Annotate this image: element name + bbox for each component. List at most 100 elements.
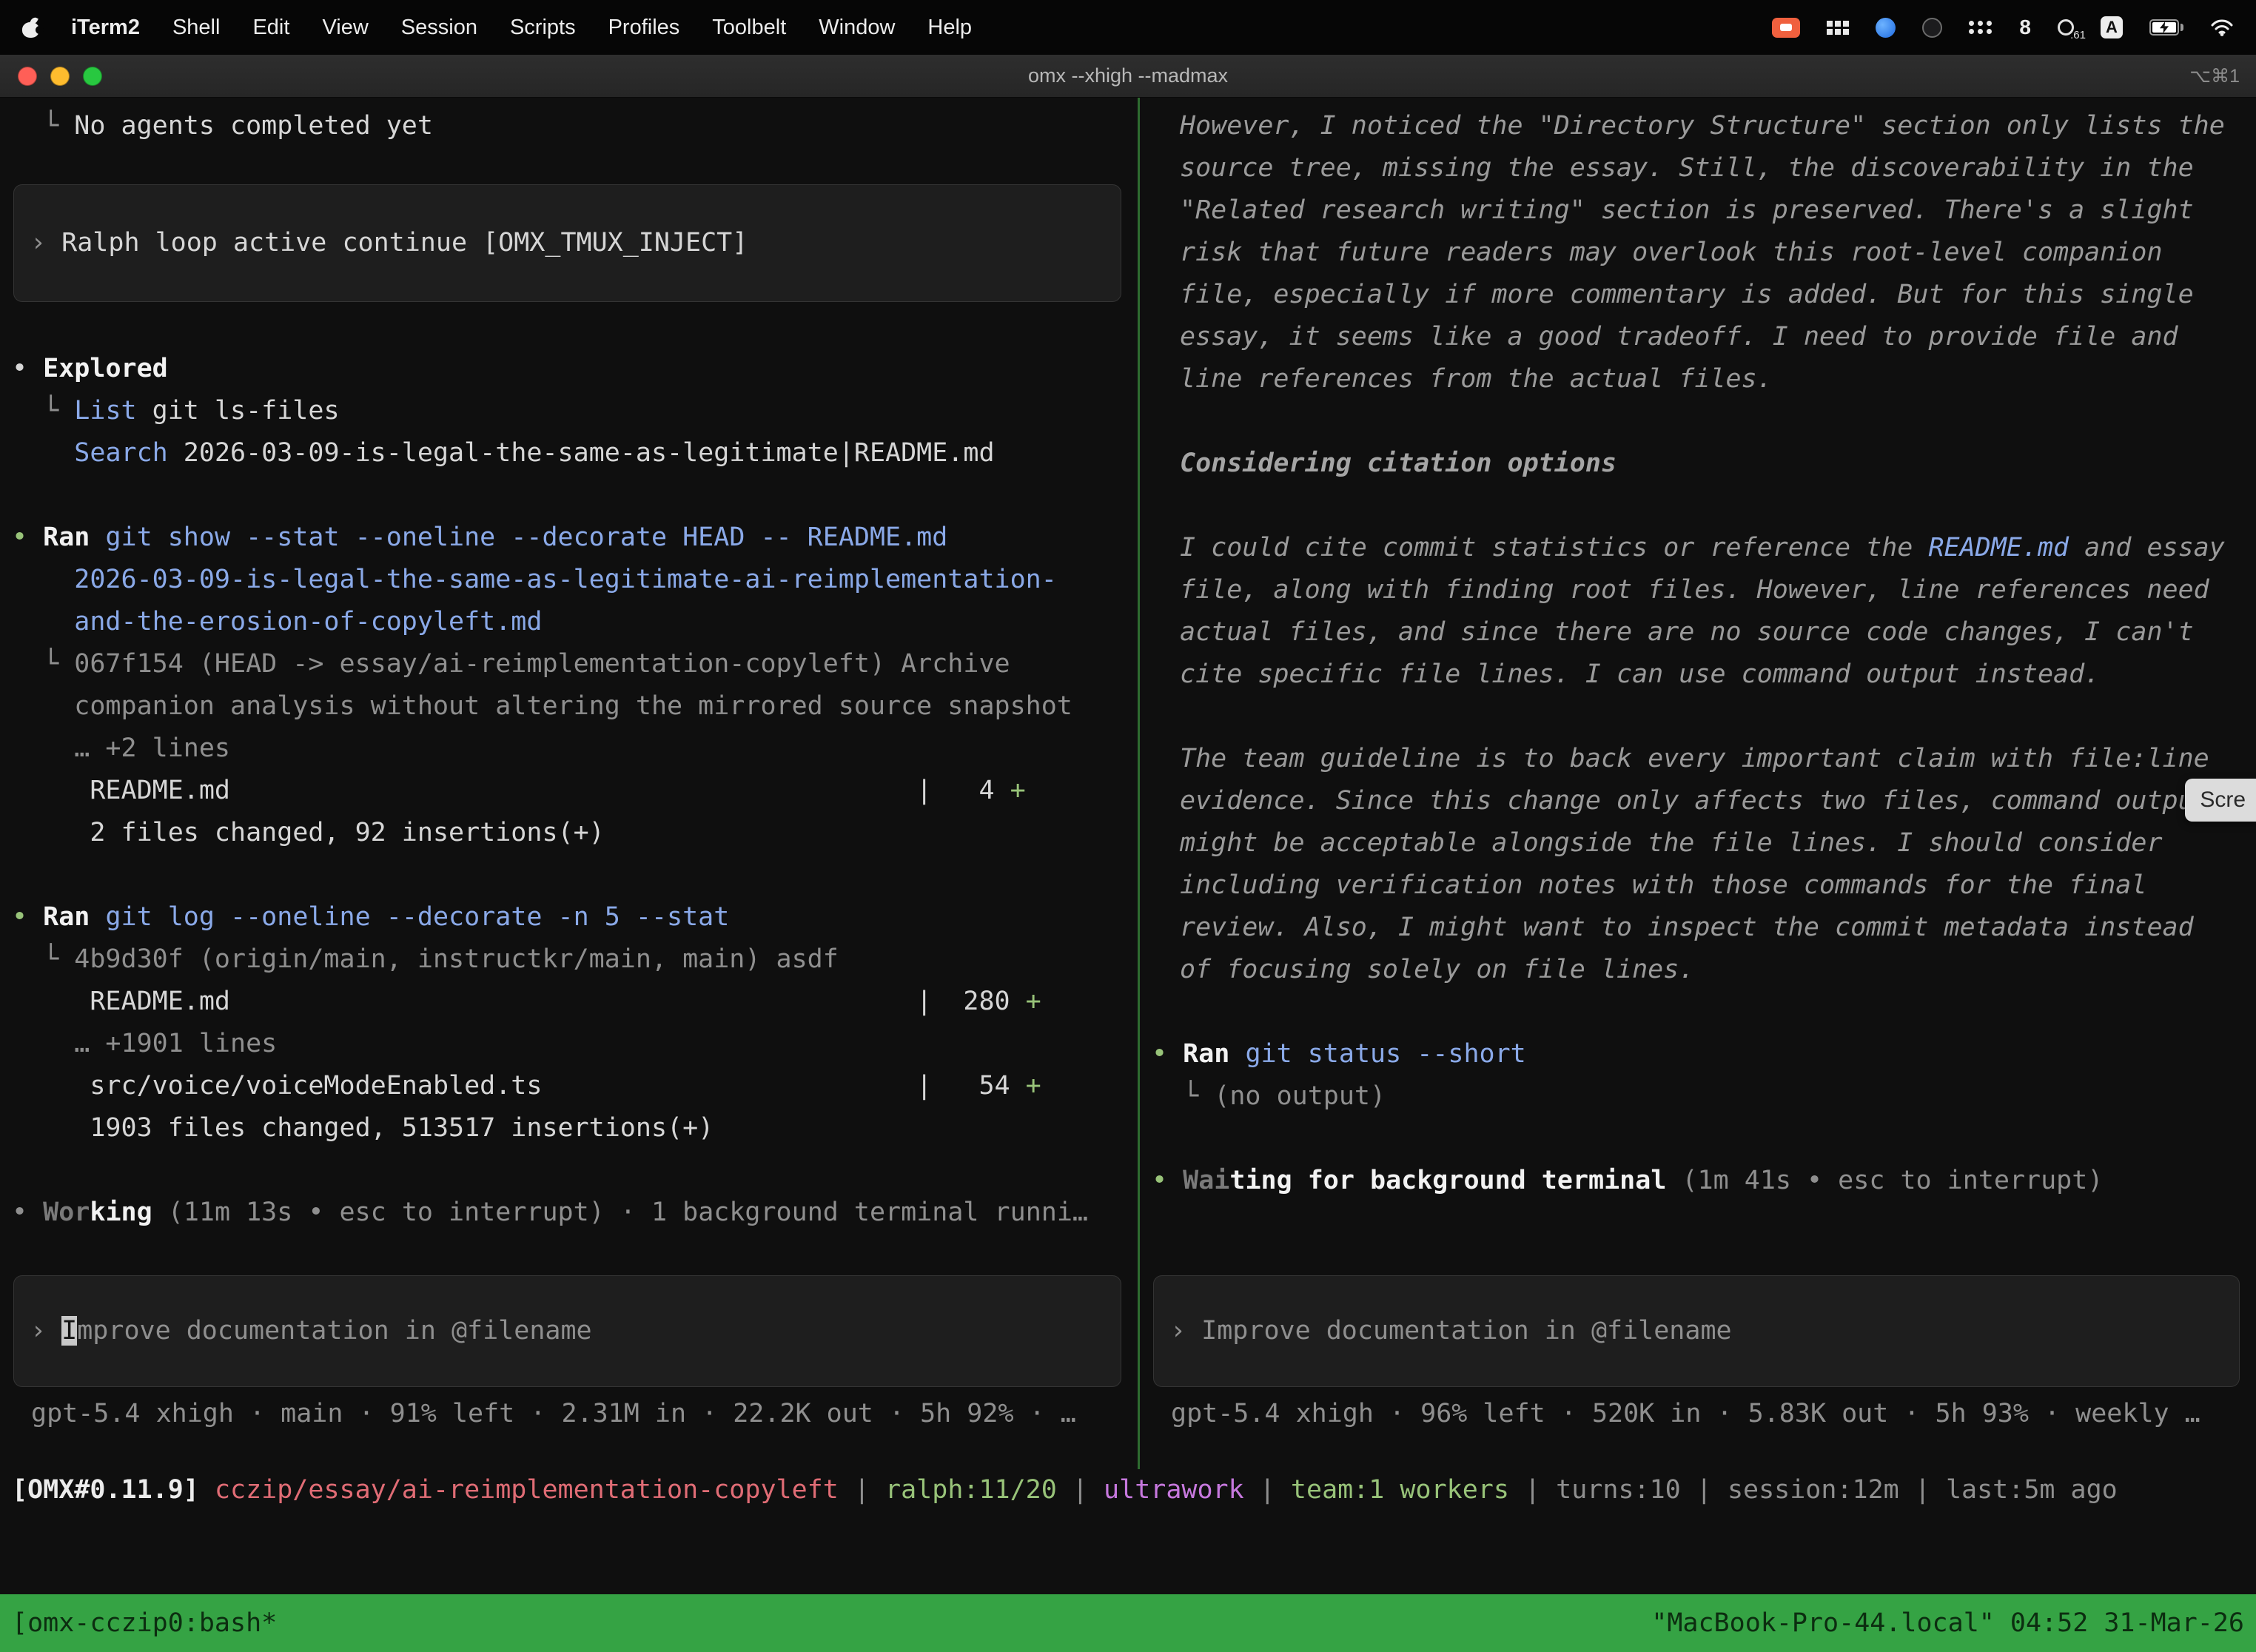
line-explored-search: Search 2026-03-09-is-legal-the-same-as-l… (12, 432, 1129, 474)
bullet-icon: • (12, 1198, 43, 1227)
diffstat-summary: 2 files changed, 92 insertions(+) (12, 818, 605, 847)
keyboard-grid-icon[interactable] (1827, 21, 1849, 35)
line-log-out3: 1903 files changed, 513517 insertions(+) (12, 1107, 1129, 1149)
stats-digit-icon[interactable]: 8 (2019, 16, 2031, 39)
diffstat-plus: + (1010, 776, 1026, 805)
dark-app-icon[interactable] (1922, 18, 1942, 38)
ralph-counter: ralph:11/20 (885, 1475, 1057, 1505)
line-ran-git-show: • Ran git show --stat --oneline --decora… (12, 517, 1129, 559)
tmux-session-window[interactable]: [omx-cczip0:bash* (12, 1608, 277, 1638)
inject-text: Ralph loop active continue [OMX_TMUX_INJ… (61, 228, 748, 258)
verb-list: List (74, 396, 136, 426)
ultrawork-mode: ultrawork (1104, 1475, 1244, 1505)
line-show-out2: companion analysis without altering the … (12, 685, 1129, 728)
traffic-lights (0, 67, 102, 86)
explored-block: • Explored └ List git ls-files Search 20… (12, 348, 1129, 474)
separator: | (1681, 1475, 1728, 1505)
minimize-button[interactable] (50, 67, 70, 86)
blank-line (12, 1149, 1129, 1192)
line-log-stat1: README.md | 280 + (12, 981, 1129, 1023)
recording-dot (1780, 24, 1792, 31)
line-git-status-out: └ (no output) (1152, 1075, 2247, 1118)
menu-item-help[interactable]: Help (927, 16, 972, 40)
menu-item-session[interactable]: Session (401, 16, 477, 40)
prompt-chevron: › (1170, 1316, 1201, 1346)
input-source-icon[interactable]: A (2101, 16, 2123, 38)
no-output-text: └ (no output) (1152, 1081, 1386, 1111)
close-button[interactable] (18, 67, 37, 86)
text-cursor: I (61, 1316, 77, 1346)
menu-item-toolbelt[interactable]: Toolbelt (712, 16, 786, 40)
menu-item-edit[interactable]: Edit (252, 16, 289, 40)
indent (12, 438, 74, 468)
separator: | (839, 1475, 885, 1505)
menu-item-iterm2[interactable]: iTerm2 (71, 16, 140, 40)
commit-line: └ 067f154 (HEAD -> essay/ai-reimplementa… (12, 649, 1010, 679)
input-line[interactable]: › Improve documentation in @filename (30, 1310, 1104, 1352)
omx-project-path: cczip/essay/ai-reimplementation-copyleft (215, 1475, 839, 1505)
left-prompt-input[interactable]: › Improve documentation in @filename (13, 1275, 1121, 1387)
apple-menu-icon[interactable] (22, 17, 41, 38)
menu-item-scripts[interactable]: Scripts (510, 16, 576, 40)
turns-counter: turns:10 (1556, 1475, 1681, 1505)
blank-line (12, 474, 1129, 517)
line-log-stat2: src/voice/voiceModeEnabled.ts | 54 + (12, 1065, 1129, 1107)
more-lines-ellipsis: … +1901 lines (12, 1029, 277, 1058)
line-show-stat1: README.md | 4 + (12, 770, 1129, 812)
line-explored-list: └ List git ls-files (12, 390, 1129, 432)
no-agents-text: No agents completed yet (74, 111, 433, 141)
gauge-label: .61 (2070, 29, 2086, 41)
input-placeholder-text: Improve documentation in @filename (1201, 1316, 1731, 1346)
line-inject: › Ralph loop active continue [OMX_TMUX_I… (30, 222, 1104, 264)
separator: | (1244, 1475, 1291, 1505)
waiting-timer: (1m 41s • esc to interrupt) (1666, 1166, 2103, 1195)
blank-line (12, 854, 1129, 896)
spinner-shimmer: Wai (1183, 1166, 1229, 1195)
omx-status-bar: [OMX#0.11.9] cczip/essay/ai-reimplementa… (0, 1469, 2256, 1511)
screen-share-overlay[interactable]: Scre (2185, 779, 2256, 822)
wifi-icon[interactable] (2210, 18, 2234, 37)
bullet-icon: • (12, 902, 43, 932)
window-title-bar: omx --xhigh --madmax ⌥⌘1 (0, 55, 2256, 98)
window-shortcut-badge: ⌥⌘1 (2189, 65, 2256, 87)
menu-item-profiles[interactable]: Profiles (608, 16, 680, 40)
gauge-icon[interactable]: .61 (2058, 19, 2074, 36)
separator: | (1057, 1475, 1104, 1505)
branch-glyph: └ (12, 111, 74, 141)
battery-body (2149, 19, 2179, 36)
tmux-status-bar: [omx-cczip0:bash* "MacBook-Pro-44.local"… (0, 1594, 2256, 1652)
blue-app-icon[interactable] (1876, 18, 1896, 38)
battery-tip (2181, 24, 2183, 31)
diffstat-summary: 1903 files changed, 513517 insertions(+) (12, 1113, 714, 1143)
menu-item-view[interactable]: View (322, 16, 368, 40)
git-status-block: • Ran git status --short └ (no output) (1152, 1033, 2247, 1118)
menu-item-shell[interactable]: Shell (172, 16, 221, 40)
line-waiting-status: • Waiting for background terminal (1m 41… (1152, 1160, 2247, 1202)
separator: | (1899, 1475, 1946, 1505)
command-wrap: 2026-03-09-is-legal-the-same-as-legitima… (12, 565, 1057, 594)
verb-ran: Ran (1183, 1039, 1245, 1069)
left-model-status-line: gpt-5.4 xhigh · main · 91% left · 2.31M … (12, 1393, 1129, 1435)
search-args: 2026-03-09-is-legal-the-same-as-legitima… (168, 438, 995, 468)
commit-line-wrap: companion analysis without altering the … (12, 691, 1072, 721)
bullet-icon: • (12, 523, 43, 552)
bullet-icon: • (1152, 1039, 1183, 1069)
command-wrap: and-the-erosion-of-copyleft.md (12, 607, 542, 637)
dots-grid-icon[interactable] (1969, 21, 1993, 34)
window-title: omx --xhigh --madmax (1028, 64, 1228, 87)
right-prompt-input[interactable]: › Improve documentation in @filename (1153, 1275, 2240, 1387)
input-line[interactable]: › Improve documentation in @filename (1170, 1310, 2223, 1352)
menu-item-window[interactable]: Window (819, 16, 895, 40)
explored-title: Explored (43, 354, 168, 383)
tmux-hostname-clock: "MacBook-Pro-44.local" 04:52 31-Mar-26 (1651, 1608, 2244, 1638)
battery-icon[interactable] (2149, 19, 2183, 36)
empty-space (0, 1511, 2256, 1594)
bullet-icon: • (12, 354, 43, 383)
line-show-out3: … +2 lines (12, 728, 1129, 770)
zoom-button[interactable] (83, 67, 102, 86)
screen-recording-icon[interactable] (1772, 18, 1800, 38)
background-terminal-note: · 1 background terminal runni… (605, 1198, 1088, 1227)
line-ran-git-status: • Ran git status --short (1152, 1033, 2247, 1075)
prompt-chevron: › (30, 228, 61, 258)
diffstat-file: src/voice/voiceModeEnabled.ts | 54 (12, 1071, 1026, 1101)
